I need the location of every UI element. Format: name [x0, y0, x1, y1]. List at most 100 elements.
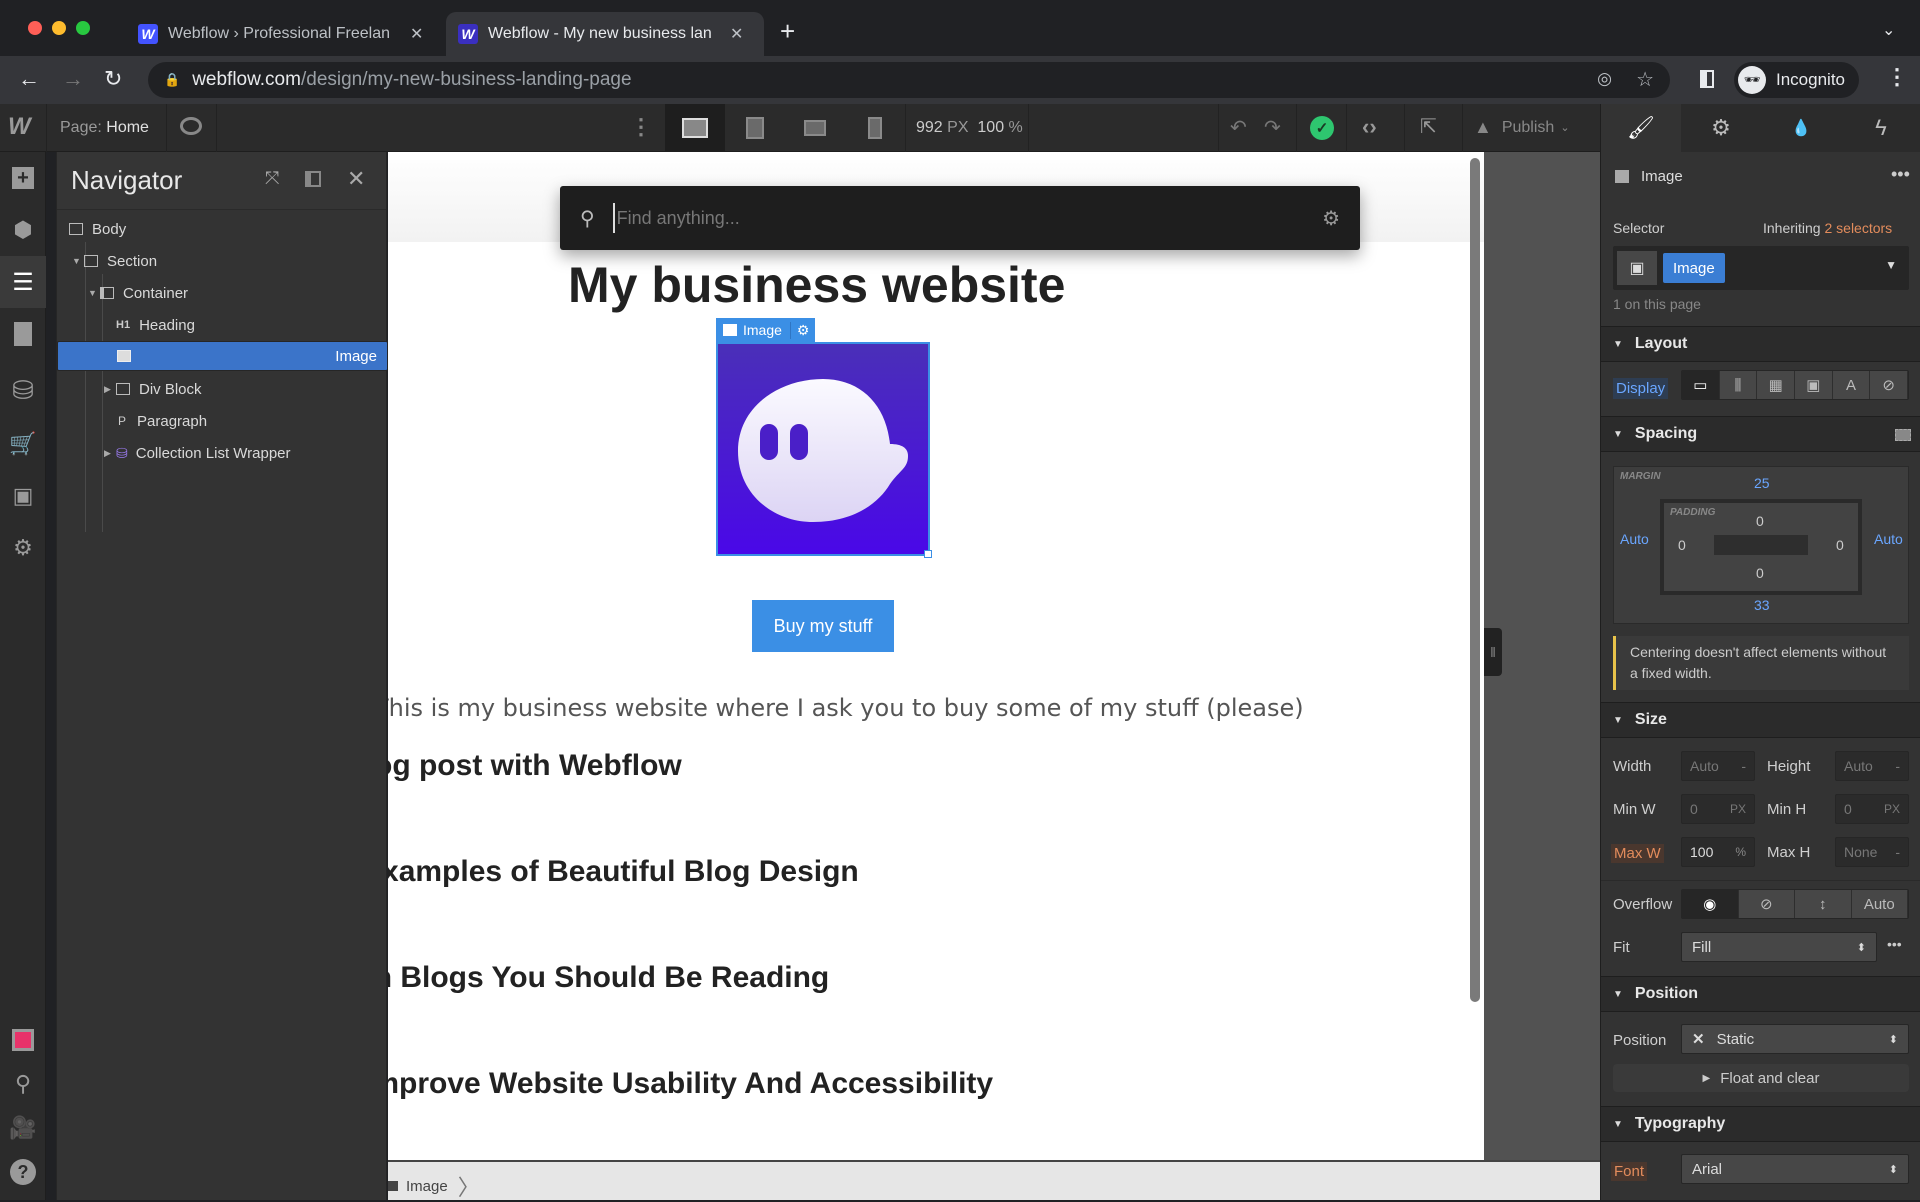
navigator-button[interactable]: ☰ [0, 256, 46, 308]
share-icon[interactable]: ⇱ [1420, 114, 1437, 139]
settings-button[interactable]: ⚙ [0, 522, 46, 574]
min-height-input[interactable]: 0 PX [1835, 794, 1909, 824]
canvas-scrollbar[interactable] [1470, 158, 1480, 1002]
close-navigator-icon[interactable]: ✕ [347, 166, 365, 192]
height-input[interactable]: Auto - [1835, 751, 1909, 781]
symbols-button[interactable]: ⬢ [0, 204, 46, 256]
portrait-breakpoint-button[interactable] [845, 104, 905, 152]
navigator-item-section[interactable]: ▼ Section [57, 245, 388, 277]
unit-selector[interactable]: % [1735, 845, 1746, 859]
minimize-window-button[interactable] [52, 21, 66, 35]
element-settings-gear-icon[interactable]: ⚙ [789, 321, 816, 339]
undo-icon[interactable]: ↶ [1230, 115, 1247, 140]
navigator-item-collection-list-wrapper[interactable]: ▶ ⛁ Collection List Wrapper [57, 437, 388, 469]
back-icon[interactable]: ← [18, 66, 40, 92]
display-flex-button[interactable]: ⫼ [1719, 371, 1758, 399]
browser-menu-icon[interactable]: ⋮ [1886, 64, 1908, 90]
selected-element-badge[interactable]: Image ⚙ [716, 318, 816, 342]
blog-post-title[interactable]: Examples of Beautiful Blog Design [388, 855, 859, 889]
max-height-input[interactable]: None - [1835, 837, 1909, 867]
find-anything-input[interactable]: Find anything... [612, 203, 1273, 233]
spacing-preset-icon[interactable] [1895, 429, 1911, 441]
navigator-item-div-block[interactable]: ▶ Div Block [57, 373, 388, 405]
unit-selector[interactable]: - [1741, 758, 1746, 774]
tracking-eye-off-icon[interactable]: ◎ [1597, 69, 1612, 89]
side-panel-icon[interactable] [1700, 70, 1714, 88]
new-tab-button[interactable]: + [780, 16, 795, 47]
display-grid-button[interactable]: ▦ [1757, 371, 1796, 399]
padding-right-value[interactable]: 0 [1836, 537, 1844, 553]
search-settings-gear-icon[interactable]: ⚙ [1322, 206, 1340, 231]
section-position[interactable]: ▼ Position [1601, 976, 1920, 1012]
float-and-clear-toggle[interactable]: ▶ Float and clear [1613, 1064, 1909, 1092]
close-tab-icon[interactable]: ✕ [730, 24, 743, 44]
more-options-icon[interactable]: ⋮ [630, 114, 652, 140]
close-window-button[interactable] [28, 21, 42, 35]
display-none-button[interactable]: ⊘ [1870, 371, 1908, 399]
selector-tag[interactable]: Image [1663, 253, 1725, 283]
section-layout[interactable]: ▼ Layout [1601, 326, 1920, 362]
caret-right-icon[interactable]: ▶ [104, 384, 114, 395]
maximize-window-button[interactable] [76, 21, 90, 35]
landscape-breakpoint-button[interactable] [785, 104, 845, 152]
address-bar[interactable]: 🔒 webflow.com/design/my-new-business-lan… [148, 62, 1670, 98]
canvas-resize-handle[interactable]: ‖ [1484, 628, 1502, 676]
reload-icon[interactable]: ↻ [104, 66, 122, 92]
page-heading[interactable]: My business website [568, 256, 1065, 314]
section-size[interactable]: ▼ Size [1601, 702, 1920, 738]
tab-style[interactable]: 🖌 [1601, 104, 1681, 152]
caret-down-icon[interactable]: ▼ [88, 288, 98, 298]
intro-paragraph[interactable]: This is my business website where I ask … [388, 694, 1304, 722]
dock-panel-icon[interactable] [305, 171, 321, 187]
tab-style-manager[interactable]: 💧 [1761, 104, 1841, 152]
ecommerce-button[interactable]: 🛒 [0, 418, 46, 470]
saved-status-check-icon[interactable]: ✓ [1310, 116, 1334, 140]
tab-interactions[interactable]: ϟ [1841, 104, 1920, 152]
padding-left-value[interactable]: 0 [1678, 537, 1686, 553]
tab-search-chevron-icon[interactable]: ⌄ [1882, 20, 1895, 40]
width-input[interactable]: Auto - [1681, 751, 1755, 781]
padding-bottom-value[interactable]: 0 [1756, 565, 1764, 581]
caret-down-icon[interactable]: ▼ [72, 256, 82, 266]
hero-image[interactable] [716, 342, 930, 556]
unit-selector[interactable]: PX [1730, 802, 1746, 816]
resize-handle[interactable] [924, 550, 932, 558]
caret-right-icon[interactable]: ▶ [104, 448, 114, 459]
unit-selector[interactable]: - [1895, 844, 1900, 860]
tab-settings[interactable]: ⚙ [1681, 104, 1761, 152]
publish-button[interactable]: ▲ Publish ⌄ [1474, 117, 1570, 138]
close-tab-icon[interactable]: ✕ [410, 24, 423, 44]
webflow-logo-icon[interactable]: W [8, 113, 31, 141]
navigator-item-image[interactable]: Image [57, 341, 388, 371]
overflow-hidden-icon[interactable]: ⊘ [1738, 890, 1795, 918]
cms-button[interactable]: ⛁ [0, 364, 46, 416]
assets-button[interactable]: ▣ [0, 470, 46, 522]
blog-post-title[interactable]: Improve Website Usability And Accessibil… [388, 1067, 993, 1101]
section-spacing[interactable]: ▼ Spacing [1601, 416, 1920, 452]
breadcrumb-item[interactable]: Image 〉 [388, 1170, 480, 1202]
navigator-item-paragraph[interactable]: P Paragraph [57, 405, 388, 437]
unit-selector[interactable]: - [1895, 758, 1900, 774]
overflow-auto-button[interactable]: Auto [1851, 890, 1908, 918]
blog-post-title[interactable]: Design Blogs You Should Be Reading [388, 961, 829, 995]
tablet-breakpoint-button[interactable] [725, 104, 785, 152]
font-select[interactable]: Arial ⬍ [1681, 1154, 1909, 1184]
fit-more-icon[interactable]: ••• [1887, 936, 1902, 952]
margin-left-value[interactable]: Auto [1620, 531, 1649, 547]
section-typography[interactable]: ▼ Typography [1601, 1106, 1920, 1142]
navigator-item-container[interactable]: ▼ Container [57, 277, 388, 309]
browser-tab-active[interactable]: W Webflow - My new business lan ✕ [446, 12, 764, 56]
design-canvas[interactable]: My business website Image ⚙ Buy my stuff… [388, 152, 1484, 1160]
inheriting-info[interactable]: Inheriting 2 selectors [1763, 220, 1892, 236]
unit-selector[interactable]: PX [1884, 802, 1900, 816]
display-inline-button[interactable]: A [1832, 371, 1871, 399]
navigator-item-body[interactable]: Body [57, 213, 388, 245]
desktop-breakpoint-button[interactable] [665, 104, 725, 152]
margin-right-value[interactable]: Auto [1874, 531, 1903, 547]
fit-select[interactable]: Fill ⬍ [1681, 932, 1877, 962]
redo-icon[interactable]: ↷ [1264, 115, 1281, 140]
min-width-input[interactable]: 0 PX [1681, 794, 1755, 824]
selector-element-icon[interactable]: ▣ [1617, 251, 1657, 285]
element-more-icon[interactable]: ••• [1891, 164, 1910, 185]
navigator-item-heading[interactable]: H1 Heading [57, 309, 388, 341]
